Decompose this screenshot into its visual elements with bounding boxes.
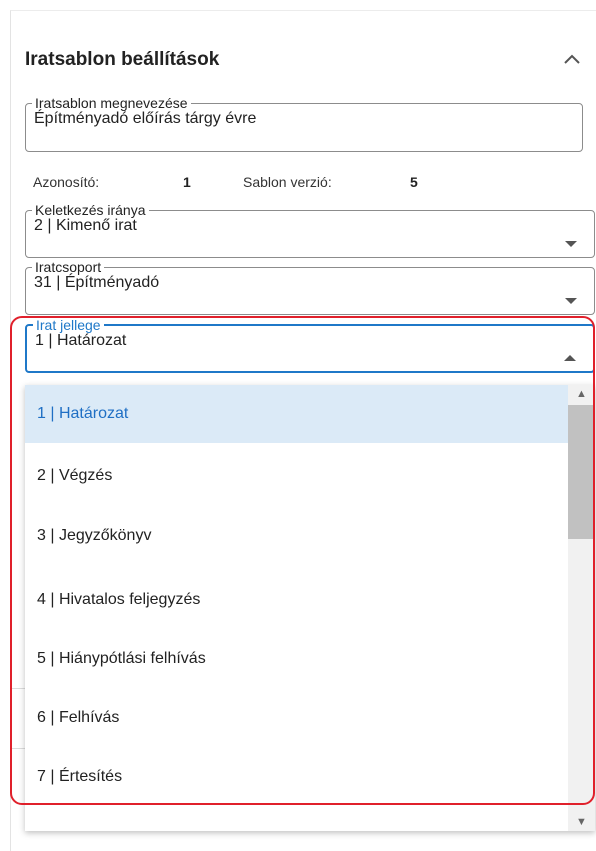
template-name-field[interactable]: Iratsablon megnevezése Építményadó előír… [25,96,583,152]
caret-down-icon[interactable] [565,298,577,304]
type-dropdown-list[interactable]: 1 | Határozat 2 | Végzés 3 | Jegyzőkönyv… [25,385,595,831]
scroll-up-icon[interactable]: ▲ [568,385,595,403]
direction-select[interactable]: Keletkezés iránya 2 | Kimenő irat [25,203,595,258]
group-label: Iratcsoport [35,259,102,275]
divider [10,688,26,689]
dropdown-option[interactable]: 3 | Jegyzőkönyv [25,507,568,565]
chevron-up-icon[interactable] [563,52,581,66]
template-name-label: Iratsablon megnevezése [35,95,188,111]
type-label: Irat jellege [36,317,101,333]
caret-down-icon[interactable] [565,241,577,247]
direction-value: 2 | Kimenő irat [34,217,137,234]
panel-title: Iratsablon beállítások [25,49,220,70]
type-value: 1 | Határozat [35,332,127,349]
type-select[interactable]: Irat jellege 1 | Határozat [25,318,595,373]
group-select[interactable]: Iratcsoport 31 | Építményadó [25,260,595,315]
dropdown-option[interactable]: 6 | Felhívás [25,689,568,747]
dropdown-option[interactable]: 4 | Hivatalos feljegyzés [25,571,568,629]
group-value: 31 | Építményadó [34,274,160,291]
version-label: Sablon verzió: [243,174,332,190]
caret-up-icon[interactable] [564,355,576,361]
dropdown-option[interactable]: 5 | Hiánypótlási felhívás [25,630,568,688]
dropdown-option[interactable]: 2 | Végzés [25,447,568,505]
scrollbar-thumb[interactable] [568,405,595,539]
divider [10,748,26,749]
scroll-down-icon[interactable]: ▼ [568,813,595,831]
template-name-value: Építményadó előírás tárgy évre [34,110,257,127]
dropdown-scrollbar[interactable]: ▲ ▼ [568,385,595,831]
direction-label: Keletkezés iránya [35,202,146,218]
dropdown-option[interactable]: 7 | Értesítés [25,748,568,806]
dropdown-option[interactable]: 1 | Határozat [25,385,568,443]
id-label: Azonosító: [33,174,100,190]
version-value: 5 [410,174,418,190]
id-value: 1 [183,174,191,190]
